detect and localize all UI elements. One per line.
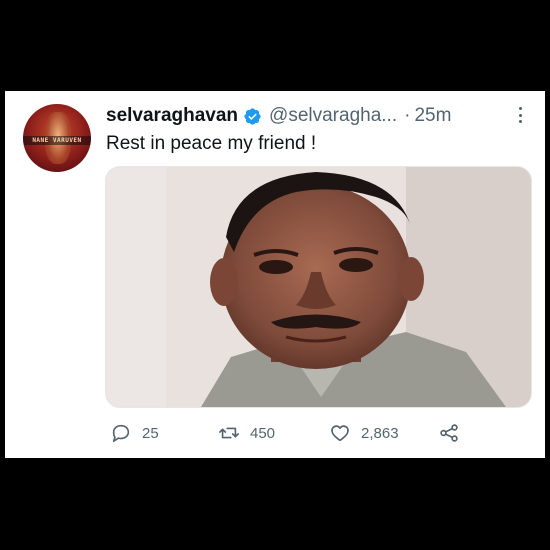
reply-button[interactable]: 25 [110, 421, 159, 445]
portrait-photo [106, 167, 531, 407]
share-button[interactable] [438, 421, 460, 445]
reply-icon [112, 424, 130, 443]
like-count: 2,863 [361, 424, 399, 442]
retweet-icon [219, 427, 239, 439]
like-button[interactable]: 2,863 [329, 421, 399, 445]
avatar[interactable]: NANE VARUVEN [23, 104, 91, 172]
tweet-text: Rest in peace my friend ! [106, 133, 317, 154]
retweet-count: 450 [250, 424, 276, 442]
share-icon [440, 424, 458, 442]
like-icon [331, 425, 349, 442]
retweet-button[interactable]: 450 [218, 421, 275, 445]
user-handle[interactable]: @selvaragha... [269, 105, 397, 127]
tweet-actions: 25 450 2,863 [105, 421, 535, 445]
tweet-photo[interactable] [105, 166, 532, 408]
reply-count: 25 [142, 424, 159, 442]
more-options-icon[interactable] [513, 104, 527, 126]
tweet-header: selvaraghavan @selvaragha... · 25m [106, 102, 536, 130]
display-name[interactable]: selvaraghavan [106, 105, 238, 127]
tweet-card[interactable]: NANE VARUVEN selvaraghavan @selvaragha..… [5, 91, 545, 458]
timestamp[interactable]: 25m [414, 105, 451, 127]
verified-badge-icon [244, 107, 261, 125]
separator-dot: · [404, 105, 411, 126]
avatar-logo-text: NANE VARUVEN [32, 137, 82, 144]
